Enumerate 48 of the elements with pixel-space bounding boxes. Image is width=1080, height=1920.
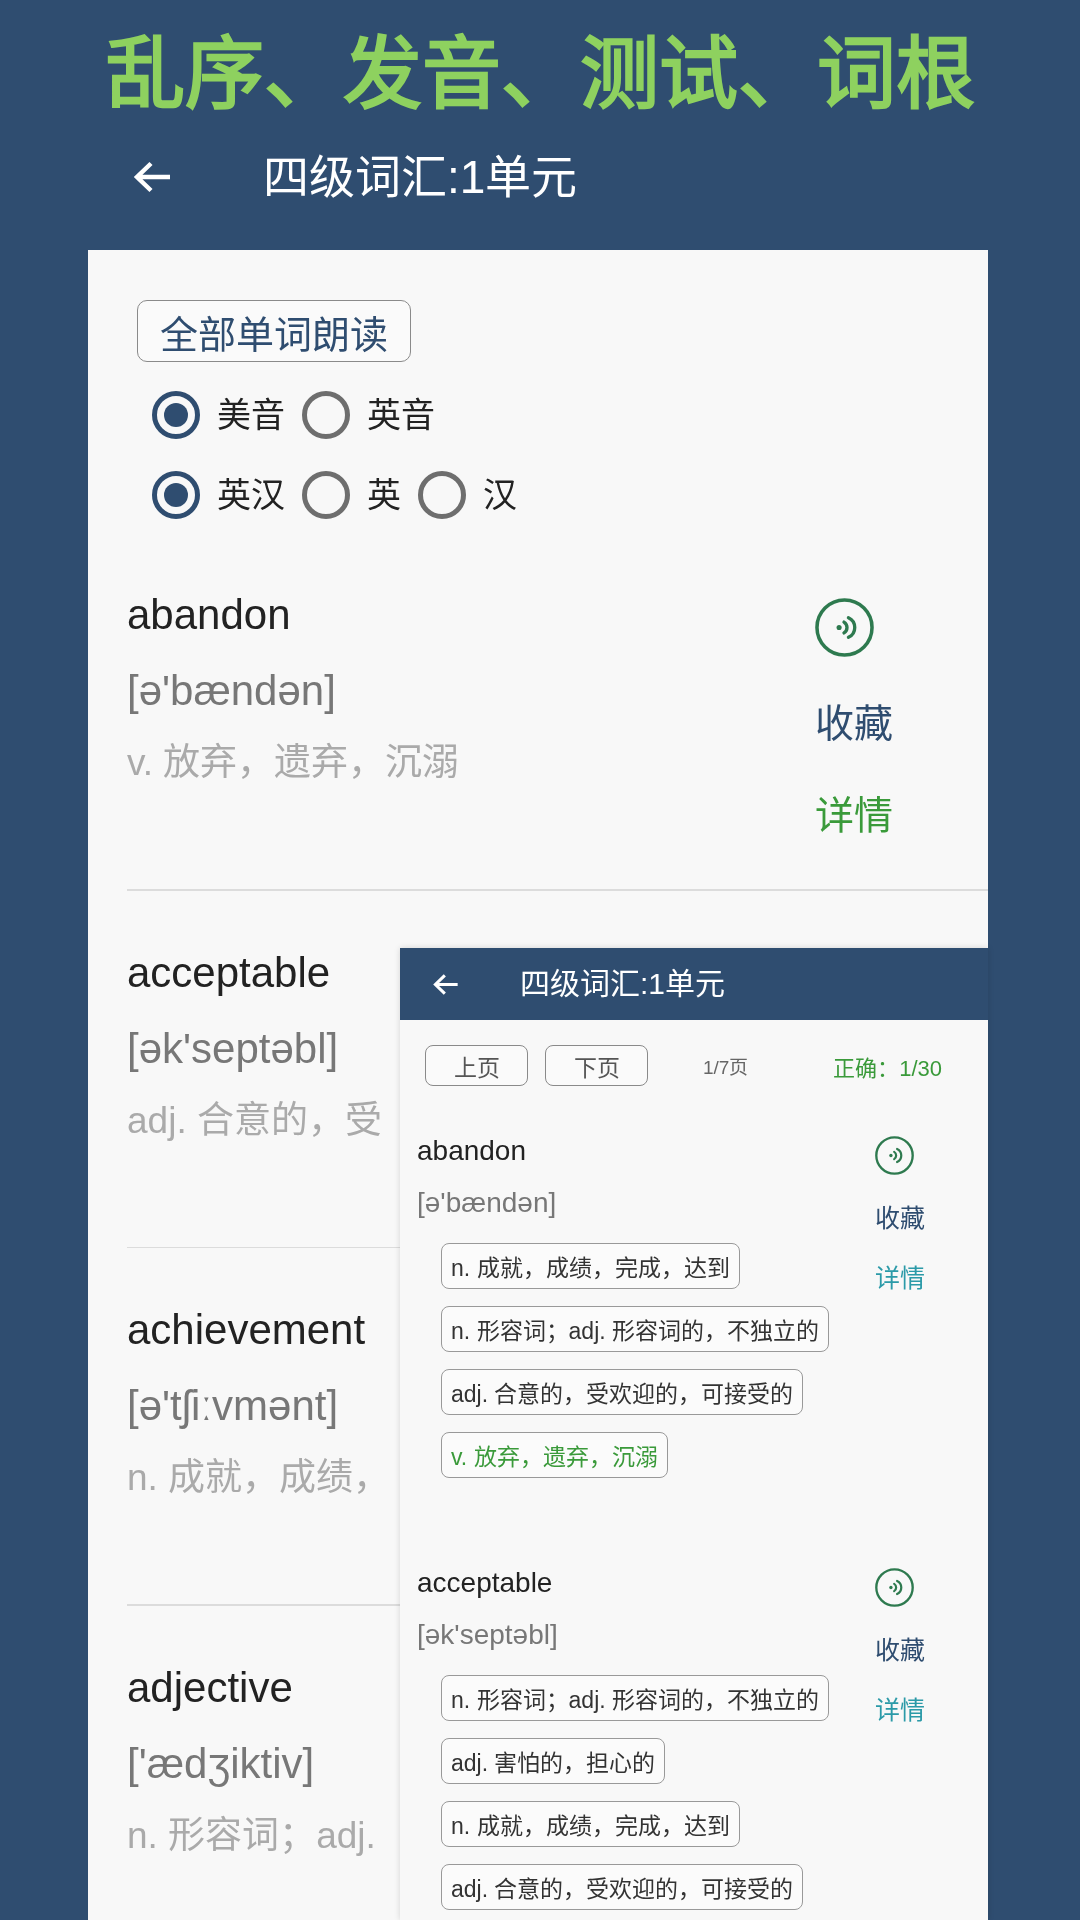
answer-option[interactable]: n. 成就，成绩，完成，达到 [441,1801,740,1847]
answer-option[interactable]: adj. 合意的，受欢迎的，可接受的 [441,1369,804,1415]
phonetic-text: [ə'bændən] [127,666,336,716]
meaning-text: n. 成就，成绩， [127,1456,391,1500]
read-all-button[interactable]: 全部单词朗读 [137,300,411,362]
radio-label: 汉 [483,475,517,515]
radio-label: 英 [367,475,401,515]
radio-label: 英汉 [217,475,285,515]
word-text: abandon [417,1136,526,1166]
meaning-text: adj. 合意的，受 [127,1098,382,1143]
score-text: 正确：1/30 [833,1054,942,1082]
radio-button[interactable] [302,391,350,439]
answer-option[interactable]: adj. 合意的，受欢迎的，可接受的 [441,1864,804,1910]
word-text: achievement [127,1305,366,1355]
meaning-text: n. 形容词；adj. [127,1813,376,1858]
phonetic-text: [ə'bændən] [417,1188,557,1218]
favorite-link[interactable]: 收藏 [875,1635,925,1665]
phonetic-text: [ək'septəbl] [417,1620,558,1650]
next-page-button[interactable]: 下页 [545,1045,648,1086]
radio-label: 美音 [217,395,285,435]
screen-title: 四级词汇:1单元 [263,151,578,203]
word-text: adjective [127,1662,293,1713]
sound-wave-icon[interactable] [875,1568,914,1607]
radio-button[interactable] [418,471,466,519]
answer-option[interactable]: adj. 害怕的，担心的 [441,1738,666,1784]
phonetic-text: [ə'tʃiːvmənt] [127,1381,339,1431]
screen-title: 四级词汇:1单元 [520,966,726,1002]
word-text: acceptable [417,1568,553,1598]
radio-button[interactable] [152,471,200,519]
radio-button[interactable] [302,471,350,519]
answer-option[interactable]: n. 形容词；adj. 形容词的，不独立的 [441,1306,830,1352]
back-arrow-icon[interactable] [132,159,172,195]
radio-label: 英音 [367,395,435,435]
radio-button[interactable] [152,391,200,439]
meaning-text: v. 放弃，遗弃，沉溺 [127,741,460,785]
favorite-link[interactable]: 收藏 [815,699,893,749]
prev-page-button[interactable]: 上页 [425,1045,528,1086]
word-text: abandon [127,590,291,640]
phonetic-text: ['ædʒiktiv] [127,1738,315,1789]
word-text: acceptable [127,947,331,998]
phonetic-text: [ək'septəbl] [127,1023,339,1074]
answer-option[interactable]: n. 成就，成绩，完成，达到 [441,1243,740,1289]
sound-wave-icon[interactable] [815,598,874,657]
headline: 乱序、发音、测试、词根 [105,30,975,120]
page-indicator: 1/7页 [703,1056,749,1079]
favorite-link[interactable]: 收藏 [875,1203,925,1233]
sound-wave-icon[interactable] [875,1136,914,1175]
answer-option[interactable]: n. 形容词；adj. 形容词的，不独立的 [441,1675,830,1721]
